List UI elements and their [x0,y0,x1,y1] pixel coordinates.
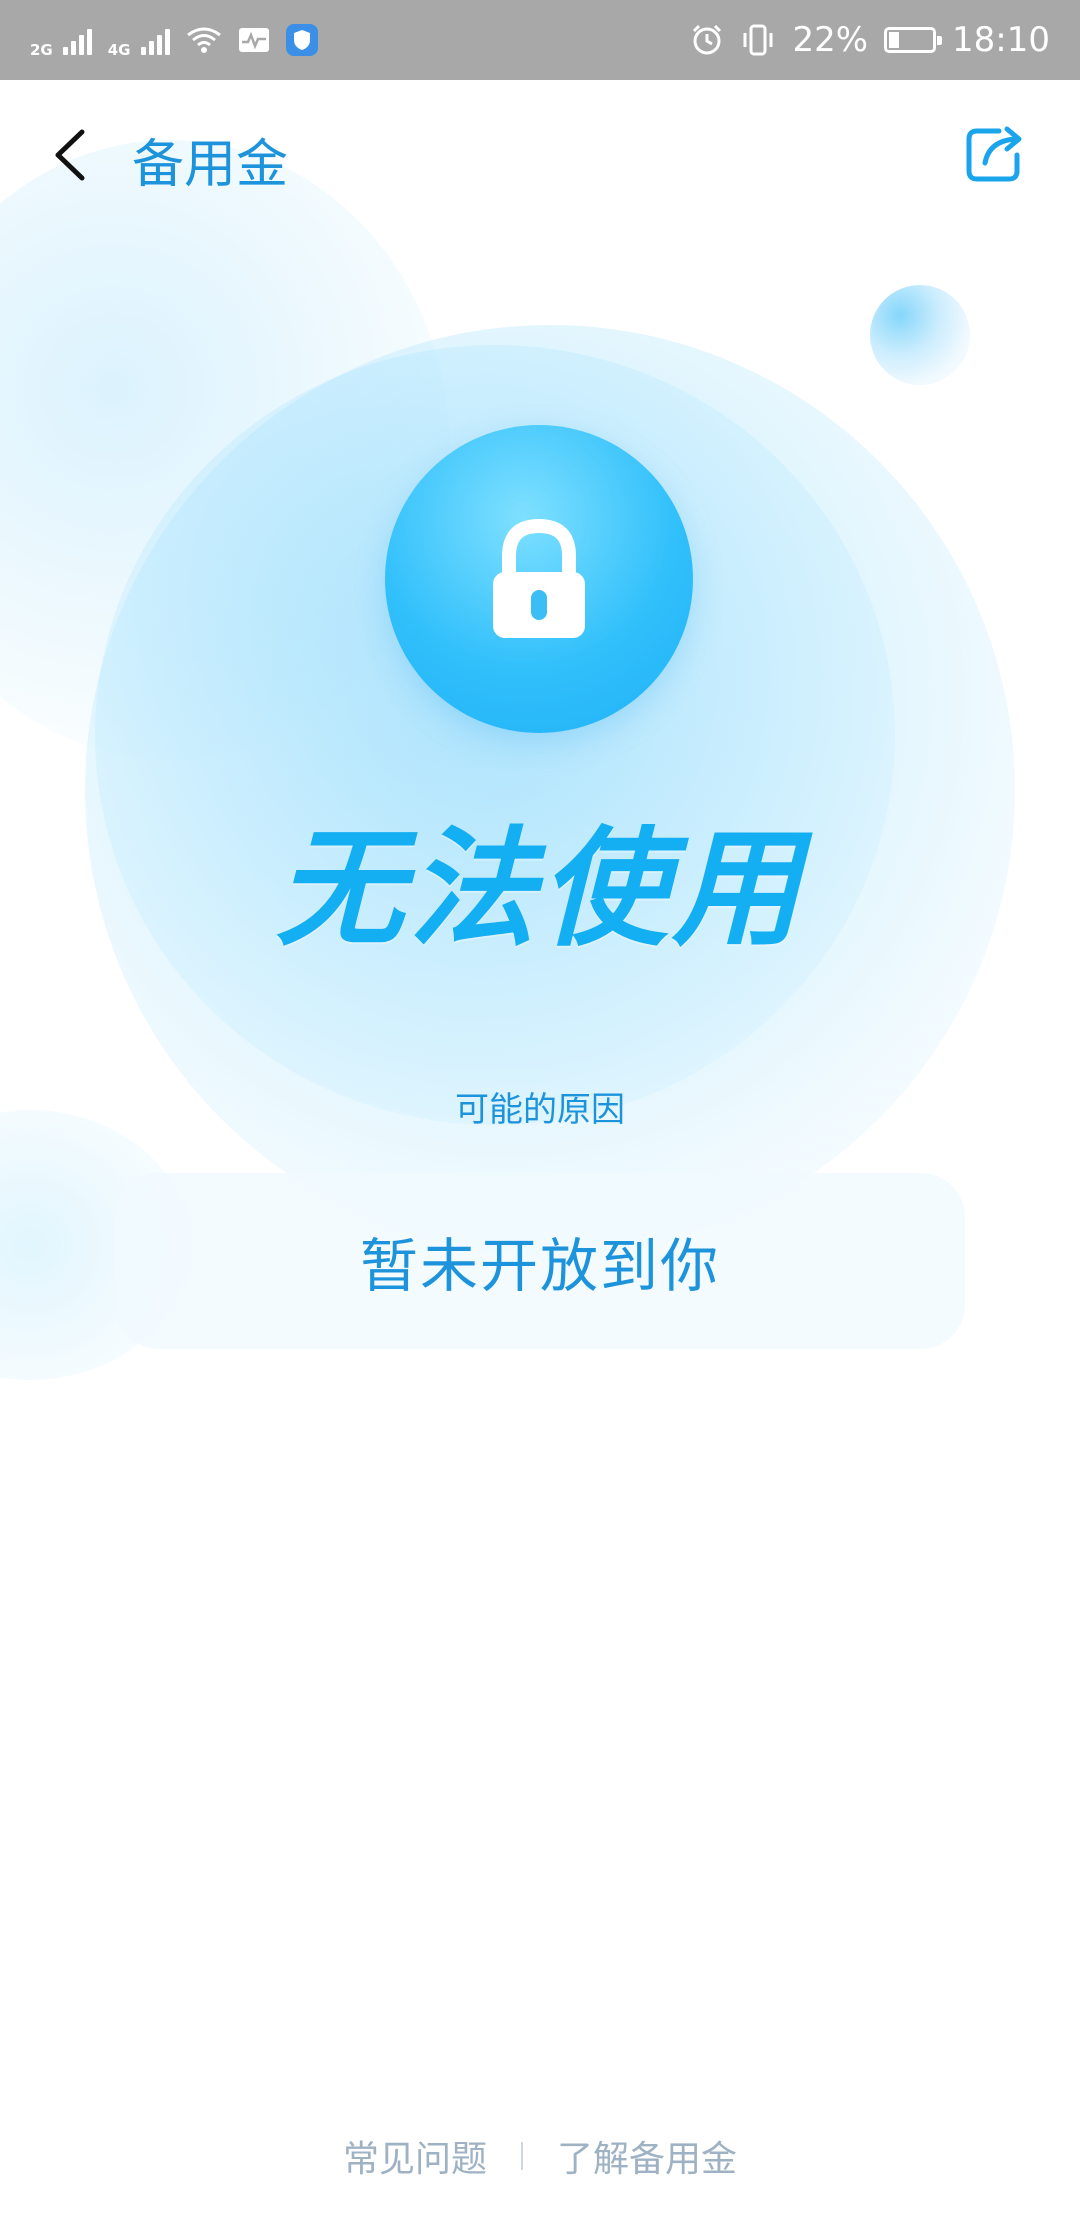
signal-icon-2 [140,25,170,55]
status-title: 无法使用 [275,815,804,964]
page-title: 备用金 [132,135,289,195]
reason-box: 暂未开放到你 [115,1173,965,1349]
wifi-icon [186,27,221,53]
lock-icon [493,518,585,638]
footer: 常见问题 了解备用金 [0,2130,1080,2182]
status-time: 18:10 [952,20,1050,60]
battery-fill [889,32,900,48]
status-left: 2G 4G [30,21,318,59]
activity-icon [238,28,269,52]
nav-bar: 备用金 [0,80,1080,226]
share-button[interactable] [960,118,1030,188]
decorative-bubble-small [870,285,970,385]
status-right: 22% 18:10 [690,20,1050,60]
battery-icon [884,27,943,53]
back-button[interactable] [40,120,100,190]
reason-label: 可能的原因 [455,1090,625,1130]
faq-link[interactable]: 常见问题 [343,2130,487,2182]
status-bar: 2G 4G 22% 18:10 [0,0,1080,80]
lock-badge [385,425,693,733]
page: 2G 4G 22% 18:10 备用金 无法使用 可能的原因 暂未开放到你 常见… [0,0,1080,2240]
share-icon [966,126,1022,182]
vibrate-icon [743,24,773,56]
decorative-bubble-left [0,140,450,760]
signal-icon [62,25,92,55]
reason-text: 暂未开放到你 [359,1232,720,1300]
network-label-2: 4G [107,41,131,59]
footer-divider [521,2142,523,2170]
shield-app-icon [285,24,318,56]
learn-more-link[interactable]: 了解备用金 [557,2130,737,2182]
chevron-left-icon [55,129,85,181]
network-label-1: 2G [30,41,53,59]
alarm-icon [693,24,722,55]
battery-percent: 22% [792,20,869,60]
